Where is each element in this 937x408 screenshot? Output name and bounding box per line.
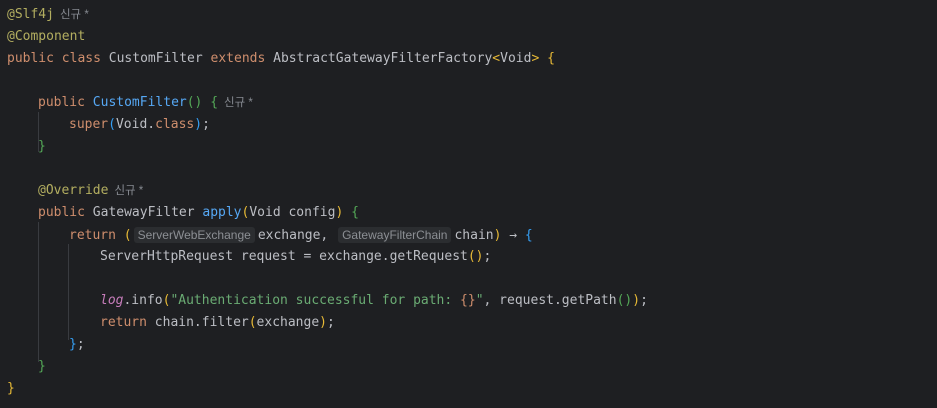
code-line-1[interactable]: @Slf4j 신규 * (7, 4, 89, 26)
slf4j-annotation: @Slf4j (7, 7, 54, 22)
log-field: log (100, 293, 124, 308)
override-annotation: @Override (38, 183, 109, 198)
paren-open: ( (108, 117, 116, 132)
constructor-name: CustomFilter (92, 95, 187, 110)
semicolon: ; (483, 249, 492, 264)
new-code-hint: 신규 * (224, 97, 253, 109)
keyword-super: super (69, 117, 109, 132)
method-param: Void config (249, 205, 336, 220)
lambda-brace-close: } (69, 337, 77, 352)
generic-open: < (492, 51, 501, 66)
semicolon: ; (76, 337, 85, 352)
constructor-brace-close: } (38, 139, 46, 154)
code-line-17[interactable]: } (38, 356, 46, 378)
code-line-10[interactable]: public GatewayFilter apply(Void config) … (38, 202, 359, 224)
paren-close: ) (194, 117, 203, 132)
paren-close: ) (632, 293, 641, 308)
new-code-hint: 신규 * (59, 9, 89, 21)
paren-open: ( (123, 228, 132, 243)
chain-filter-call: chain.filter (154, 315, 249, 330)
paren-close: ) (319, 315, 327, 330)
method-brace-close: } (38, 359, 46, 374)
keyword-extends: extends (210, 51, 266, 66)
keyword-class: class (155, 117, 195, 132)
paren-close: ) (493, 228, 502, 243)
get-path-call: , request.getPath (483, 293, 617, 308)
keyword-public: public (7, 51, 54, 66)
format-placeholder: {} (460, 293, 476, 308)
generic-close: > (531, 51, 540, 66)
code-line-18[interactable]: } (7, 378, 15, 400)
code-line-9[interactable]: @Override 신규 * (38, 180, 143, 202)
type-hint-gateway-filter-chain: GatewayFilterChain (338, 227, 452, 243)
string-end-quote: " (475, 293, 484, 308)
semicolon: ; (327, 315, 335, 330)
parent-class-name: AbstractGatewayFilterFactory (273, 51, 493, 66)
lambda-param-exchange: exchange, (257, 228, 329, 243)
component-annotation: @Component (7, 29, 86, 44)
return-type: GatewayFilter (92, 205, 195, 220)
lambda-arrow: → (509, 228, 518, 243)
paren-pair: () (616, 293, 633, 308)
type-hint-server-web-exchange: ServerWebExchange (133, 227, 255, 243)
arg-type: Void (115, 117, 148, 132)
indent-guide (38, 222, 39, 362)
keyword-public: public (38, 205, 85, 220)
code-line-12[interactable]: ServerHttpRequest request = exchange.get… (100, 246, 491, 268)
code-line-7[interactable]: } (38, 136, 46, 158)
method-name: apply (202, 205, 242, 220)
filter-arg: exchange (256, 315, 320, 330)
paren-close: ) (194, 95, 203, 110)
code-line-11[interactable]: return (ServerWebExchange exchange, Gatew… (69, 224, 533, 246)
paren-open: ( (248, 315, 257, 330)
log-message-string: "Authentication successful for path: (170, 293, 461, 308)
log-info-call: .info (123, 293, 163, 308)
code-line-16[interactable]: }; (69, 334, 85, 356)
constructor-brace-open: { (210, 95, 219, 110)
lambda-param-chain: chain (454, 228, 494, 243)
new-code-hint: 신규 * (114, 185, 144, 197)
request-declaration: ServerHttpRequest request = exchange.get… (100, 249, 468, 264)
class-name: CustomFilter (108, 51, 203, 66)
code-line-15[interactable]: return chain.filter(exchange); (100, 312, 335, 334)
class-brace-close: } (7, 381, 15, 396)
method-brace-open: { (351, 205, 359, 220)
keyword-class: class (61, 51, 101, 66)
keyword-public: public (38, 95, 85, 110)
paren-pair: () (467, 249, 484, 264)
indent-guide (68, 244, 69, 340)
code-line-3[interactable]: public class CustomFilter extends Abstra… (7, 48, 555, 70)
code-line-14[interactable]: log.info("Authentication successful for … (100, 290, 648, 312)
code-line-2[interactable]: @Component (7, 26, 85, 48)
class-brace-open: { (547, 51, 555, 66)
paren-open: ( (186, 95, 195, 110)
code-line-5[interactable]: public CustomFilter() { 신규 * (38, 92, 253, 114)
code-line-6[interactable]: super(Void.class); (69, 114, 210, 136)
dot: . (147, 117, 156, 132)
paren-close: ) (335, 205, 344, 220)
lambda-brace-open: { (524, 228, 533, 243)
code-editor[interactable]: @Slf4j 신규 * @Component public class Custo… (0, 0, 937, 408)
semicolon: ; (640, 293, 648, 308)
generic-type: Void (500, 51, 532, 66)
keyword-return: return (69, 228, 116, 243)
semicolon: ; (202, 117, 210, 132)
keyword-return: return (100, 315, 147, 330)
